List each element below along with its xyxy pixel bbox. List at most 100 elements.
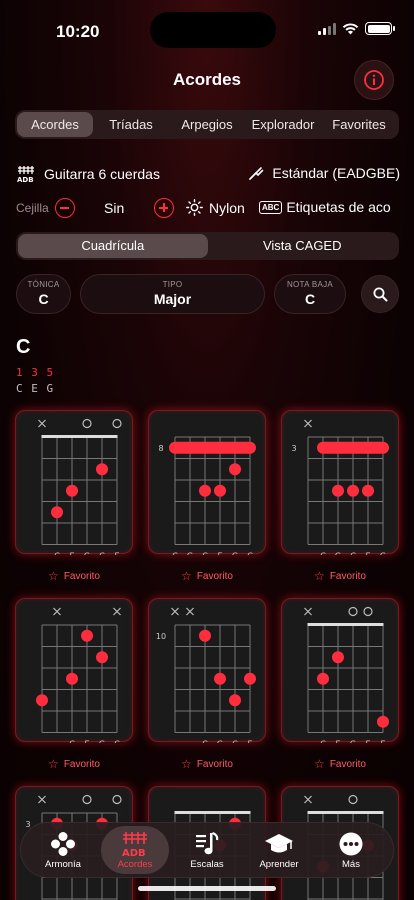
favorite-label: Favorito	[63, 570, 100, 582]
string-note-label: G	[84, 552, 90, 556]
open-string-marker	[112, 418, 122, 429]
info-icon	[364, 70, 384, 90]
tabbar-aprender[interactable]: Aprender	[245, 826, 313, 874]
tonic-value: C	[38, 291, 49, 307]
muted-string-marker	[304, 419, 312, 428]
string-note-label: C	[172, 552, 178, 556]
string-note-label: E	[69, 552, 74, 556]
harmony-icon	[51, 831, 75, 856]
string-note-label: C	[320, 552, 326, 556]
chord-intervals: 1 3 5	[16, 366, 55, 379]
tab-favorites[interactable]: Favorites	[321, 112, 397, 137]
chord-notes: C E G	[16, 382, 55, 395]
chord-voicing-card[interactable]: CEGCE	[15, 410, 133, 556]
finger-dot	[214, 672, 226, 685]
string-note-label: C	[247, 552, 253, 556]
instrument-label: Guitarra 6 cuerdas	[44, 166, 160, 182]
tabbar-mas[interactable]: Más	[317, 826, 385, 874]
chord-voicing-card[interactable]: CEGC	[15, 598, 133, 744]
muted-string-marker	[38, 795, 46, 804]
favorite-button[interactable]: ☆ Favorito	[148, 757, 266, 771]
star-icon: ☆	[48, 569, 59, 583]
finger-dot	[347, 484, 359, 497]
bass-note-label: NOTA BAJA	[286, 280, 334, 289]
string-note-label: E	[247, 740, 252, 744]
chord-labels-toggle[interactable]: ABC Etiquetas de aco	[259, 199, 400, 215]
favorite-button[interactable]: ☆ Favorito	[15, 757, 133, 771]
instrument-row: ADB Guitarra 6 cuerdas Estándar (EADGBE)	[16, 165, 400, 185]
favorite-button[interactable]: ☆ Favorito	[148, 569, 266, 583]
string-note-label: G	[187, 552, 193, 556]
finger-dot	[229, 694, 241, 707]
favorite-button[interactable]: ☆ Favorito	[281, 757, 399, 771]
string-note-label: C	[320, 740, 326, 744]
tuning-fork-icon	[249, 167, 264, 180]
tuning-label: Estándar (EADGBE)	[272, 165, 400, 181]
muted-string-marker	[113, 607, 121, 616]
open-string-marker	[82, 418, 92, 429]
guitar-icon: ADB	[17, 166, 34, 183]
chord-name: C	[16, 336, 31, 358]
tabbar-label-escalas: Escalas	[190, 858, 224, 870]
search-icon	[373, 287, 387, 301]
star-icon: ☆	[314, 757, 325, 771]
star-icon: ☆	[181, 569, 192, 583]
string-note-label: G	[99, 740, 105, 744]
string-note-label: G	[217, 740, 223, 744]
tab-acordes[interactable]: Acordes	[17, 112, 93, 137]
tab-caged-view[interactable]: Vista CAGED	[208, 234, 398, 258]
finger-dot	[96, 463, 108, 476]
tabbar-label-armonia: Armonía	[45, 858, 81, 870]
abc-icon: ABC	[259, 200, 283, 214]
muted-string-marker	[53, 607, 61, 616]
capo-increase-button[interactable]	[154, 198, 174, 218]
string-type-toggle[interactable]: Nylon	[186, 199, 245, 216]
tabbar-acordes[interactable]: ADB Acordes	[101, 826, 169, 874]
type-selector[interactable]: TIPO Major	[80, 274, 265, 314]
home-indicator	[138, 886, 276, 891]
bass-note-selector[interactable]: NOTA BAJA C	[274, 274, 346, 314]
muted-string-marker	[304, 607, 312, 616]
fretboard-diagram: 10 C G C E	[156, 607, 256, 744]
tabbar-label-mas: Más	[342, 858, 360, 870]
status-icons	[318, 22, 395, 35]
music-note-icon	[196, 831, 219, 854]
tab-explorador[interactable]: Explorador	[245, 112, 321, 137]
tab-grid-view[interactable]: Cuadrícula	[18, 234, 208, 258]
info-button[interactable]	[354, 60, 394, 100]
instrument-selector[interactable]: ADB Guitarra 6 cuerdas	[16, 165, 160, 183]
capo-label: Cejilla	[16, 201, 49, 215]
favorite-button[interactable]: ☆ Favorito	[15, 569, 133, 583]
capo-value: Sin	[104, 200, 125, 216]
finger-dot	[332, 651, 344, 664]
tabbar-escalas[interactable]: Escalas	[173, 826, 241, 874]
muted-string-marker	[304, 795, 312, 804]
string-note-label: E	[335, 740, 340, 744]
finger-dot	[229, 463, 241, 476]
sun-icon	[186, 199, 203, 216]
chord-voicing-card[interactable]: 3 C G C E G	[281, 410, 399, 556]
tuning-selector[interactable]: Estándar (EADGBE)	[248, 165, 400, 181]
tab-arpegios[interactable]: Arpegios	[169, 112, 245, 137]
signal-icon	[318, 22, 336, 35]
search-button[interactable]	[361, 275, 399, 313]
fretboard-diagram: CEGC	[36, 607, 121, 744]
tonic-selector[interactable]: TÓNICA C	[16, 274, 71, 314]
fretboard-diagram: CEGEE	[304, 606, 389, 744]
tab-triadas[interactable]: Tríadas	[93, 112, 169, 137]
string-note-label: C	[54, 552, 60, 556]
open-string-marker	[363, 606, 373, 617]
capo-decrease-button[interactable]	[55, 198, 75, 218]
string-note-label: E	[380, 740, 385, 744]
mode-segmented-control: Acordes Tríadas Arpegios Explorador Favo…	[15, 110, 399, 139]
muted-string-marker	[186, 607, 194, 616]
string-note-label: C	[350, 552, 356, 556]
fretboard-diagram: 8 C G C E G C	[158, 436, 256, 556]
tabbar-armonia[interactable]: Armonía	[29, 826, 97, 874]
chord-voicing-card[interactable]: 8 C G C E G C	[148, 410, 266, 556]
string-type-label: Nylon	[209, 199, 245, 216]
chord-voicing-card[interactable]: 10 C G C E	[148, 598, 266, 744]
chord-voicing-card[interactable]: CEGEE	[281, 598, 399, 744]
dynamic-island	[150, 12, 276, 48]
favorite-button[interactable]: ☆ Favorito	[281, 569, 399, 583]
